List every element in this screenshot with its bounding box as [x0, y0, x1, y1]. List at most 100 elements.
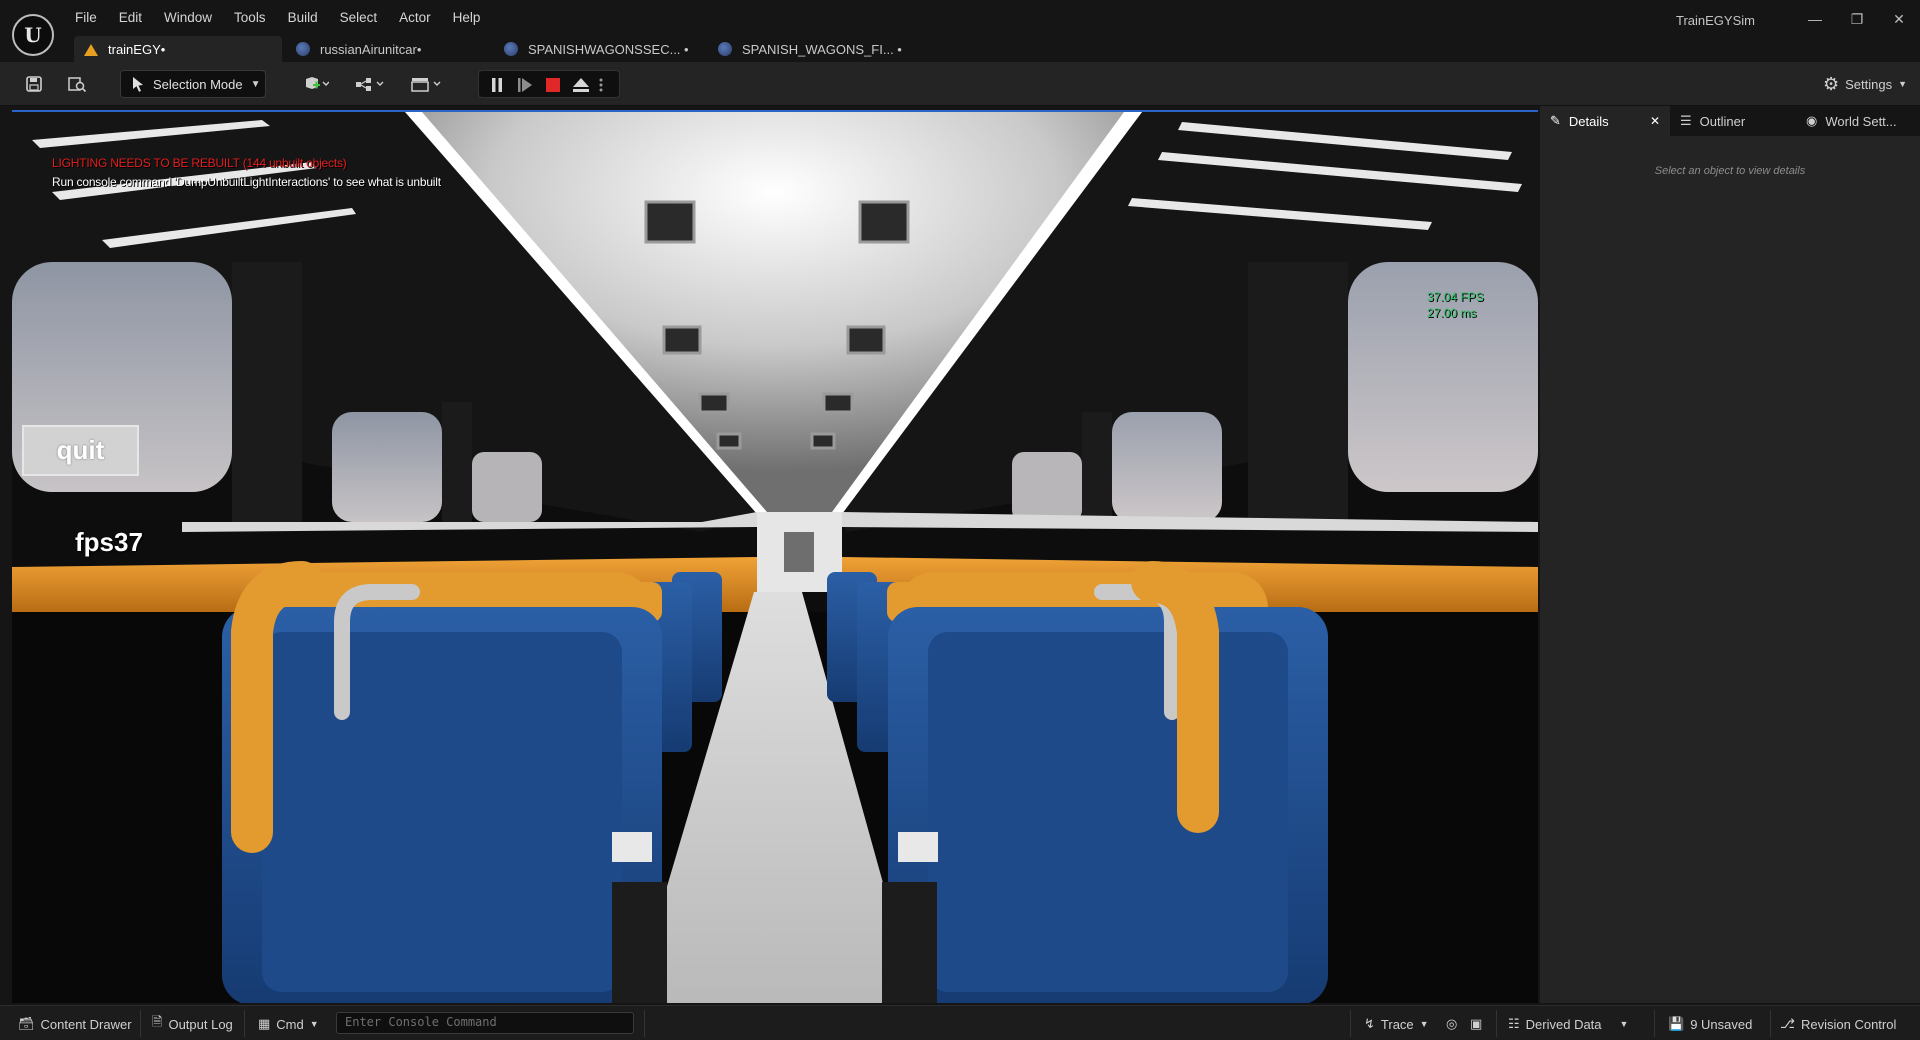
- level-icon: [504, 42, 518, 56]
- menu-edit[interactable]: Edit: [108, 8, 153, 30]
- pencil-icon: ✎: [1550, 113, 1561, 128]
- level-warning-icon: [84, 42, 98, 56]
- divider: [1350, 1010, 1351, 1037]
- level-viewport[interactable]: LIGHTING NEEDS TO BE REBUILT (144 unbuil…: [12, 110, 1538, 1003]
- app-title: TrainEGYSim: [1676, 13, 1755, 28]
- chevron-down-icon: ▼: [309, 1019, 319, 1029]
- content-drawer-label: Content Drawer: [40, 1016, 132, 1032]
- blueprint-icon: [356, 78, 384, 91]
- tab-label: SPANISHWAGONSSEC... •: [528, 41, 689, 57]
- output-log-label: Output Log: [168, 1016, 233, 1032]
- menu-build[interactable]: Build: [277, 8, 329, 30]
- save-all-icon: 💾: [1668, 1016, 1685, 1031]
- tab-world-settings-label: World Sett...: [1825, 113, 1897, 129]
- close-tab-icon[interactable]: ✕: [1650, 114, 1660, 128]
- minimize-icon[interactable]: —: [1794, 4, 1836, 34]
- save-icon[interactable]: [20, 70, 48, 98]
- tab-outliner-label: Outliner: [1699, 113, 1746, 129]
- chevron-down-icon: ▼: [1419, 1019, 1429, 1029]
- tab-details-label: Details: [1568, 113, 1609, 129]
- level-icon: [296, 42, 310, 56]
- level-icon: [718, 42, 732, 56]
- record-button[interactable]: ◎: [1446, 1014, 1457, 1034]
- tab-spanish-wagons-fi[interactable]: SPANISH_WAGONS_FI... •: [708, 36, 918, 62]
- content-drawer-button[interactable]: 🗃 Content Drawer: [18, 1014, 132, 1034]
- menu-tools[interactable]: Tools: [223, 8, 277, 30]
- divider: [1496, 1010, 1497, 1037]
- play-controls: [478, 70, 620, 98]
- menu-actor[interactable]: Actor: [388, 8, 442, 30]
- browse-content-icon[interactable]: [62, 70, 92, 98]
- cursor-icon: [133, 77, 143, 92]
- gear-icon: ⚙: [1822, 73, 1840, 94]
- terminal-icon: ▦: [258, 1016, 271, 1031]
- menu-select[interactable]: Select: [329, 8, 389, 30]
- fps-stat-overlay: 37.04 FPS 27.00 ms: [1427, 289, 1484, 321]
- trace-icon: ↯: [1364, 1016, 1375, 1031]
- tab-label: russianAirunitcar•: [320, 41, 422, 57]
- menu-help[interactable]: Help: [442, 8, 492, 30]
- settings-label: Settings: [1845, 76, 1893, 92]
- menu-file[interactable]: File: [64, 8, 108, 30]
- camera-icon: ▣: [1470, 1016, 1483, 1031]
- list-icon: ☰: [1680, 113, 1692, 128]
- screenshot-button[interactable]: ▣: [1470, 1014, 1482, 1034]
- blueprints-dropdown[interactable]: [350, 70, 390, 98]
- divider: [1654, 1010, 1655, 1037]
- quit-button[interactable]: quit: [22, 425, 139, 476]
- menu-bar: File Edit Window Tools Build Select Acto…: [64, 8, 491, 30]
- selection-mode-dropdown[interactable]: Selection Mode ▼: [120, 70, 266, 98]
- chevron-down-icon: ▼: [1898, 79, 1908, 89]
- database-icon: ☷: [1508, 1016, 1520, 1031]
- details-panel: ✎ Details ✕ ☰ Outliner ◉ World Sett... S…: [1540, 106, 1920, 1003]
- globe-icon: ◉: [1806, 113, 1818, 128]
- derived-data-label: Derived Data: [1525, 1016, 1602, 1032]
- stop-icon[interactable]: [543, 75, 563, 95]
- tab-details[interactable]: ✎ Details ✕: [1540, 106, 1670, 136]
- cmd-label: Cmd: [276, 1016, 304, 1032]
- divider: [1770, 1010, 1771, 1037]
- trace-label: Trace: [1380, 1016, 1414, 1032]
- tab-outliner[interactable]: ☰ Outliner: [1670, 106, 1796, 136]
- unsaved-label: 9 Unsaved: [1690, 1016, 1753, 1032]
- ms-stat-value: 27.00 ms: [1427, 306, 1477, 320]
- output-log-button[interactable]: 🗎 Output Log: [152, 1014, 233, 1034]
- cmd-dropdown[interactable]: ▦ Cmd ▼: [258, 1014, 319, 1034]
- fps-stat-value: 37.04 FPS: [1427, 290, 1484, 304]
- console-command-input[interactable]: Enter Console Command: [336, 1012, 634, 1034]
- record-icon: ◎: [1446, 1016, 1458, 1031]
- branch-icon: ⎇: [1780, 1016, 1795, 1031]
- clapperboard-icon: [411, 78, 441, 92]
- unreal-logo-icon[interactable]: U: [12, 14, 54, 56]
- eject-icon[interactable]: [571, 75, 591, 95]
- cinematics-dropdown[interactable]: [406, 70, 446, 98]
- mode-label: Selection Mode: [153, 76, 243, 92]
- status-bar: 🗃 Content Drawer 🗎 Output Log ▦ Cmd ▼ En…: [0, 1005, 1920, 1040]
- menu-window[interactable]: Window: [153, 8, 223, 30]
- main-toolbar: Selection Mode ▼ ⚙ Settings ▼: [0, 62, 1920, 106]
- tab-world-settings[interactable]: ◉ World Sett...: [1796, 106, 1920, 136]
- divider: [140, 1010, 141, 1037]
- more-options-icon[interactable]: [595, 75, 607, 95]
- chevron-down-icon: ▼: [1619, 1019, 1629, 1029]
- step-frame-icon[interactable]: [515, 75, 535, 95]
- revision-control-button[interactable]: ⎇ Revision Control: [1780, 1014, 1896, 1034]
- tab-label: trainEGY•: [108, 41, 166, 57]
- tab-label: SPANISH_WAGONS_FI... •: [742, 41, 902, 57]
- restore-icon[interactable]: ❐: [1836, 4, 1878, 34]
- pause-icon[interactable]: [487, 75, 507, 95]
- tab-trainegy[interactable]: trainEGY•: [74, 36, 282, 62]
- lighting-warning-hint: Run console command 'DumpUnbuiltLightInt…: [52, 175, 441, 189]
- document-tabs: trainEGY• russianAirunitcar• SPANISHWAGO…: [74, 36, 918, 62]
- trace-dropdown[interactable]: ↯ Trace ▼: [1364, 1014, 1429, 1034]
- content-drawer-icon: 🗃: [18, 1016, 35, 1031]
- output-log-icon: 🗎: [152, 1014, 163, 1029]
- tab-russianairunitcar[interactable]: russianAirunitcar•: [282, 36, 494, 62]
- unsaved-button[interactable]: 💾 9 Unsaved: [1668, 1014, 1752, 1034]
- settings-button[interactable]: ⚙ Settings ▼: [1820, 70, 1910, 98]
- close-window-icon[interactable]: ✕: [1878, 4, 1920, 34]
- add-actor-dropdown[interactable]: [296, 70, 336, 98]
- derived-data-dropdown[interactable]: ☷ Derived Data ▼: [1508, 1014, 1628, 1034]
- divider: [244, 1010, 245, 1037]
- tab-spanishwagonssec[interactable]: SPANISHWAGONSSEC... •: [494, 36, 708, 62]
